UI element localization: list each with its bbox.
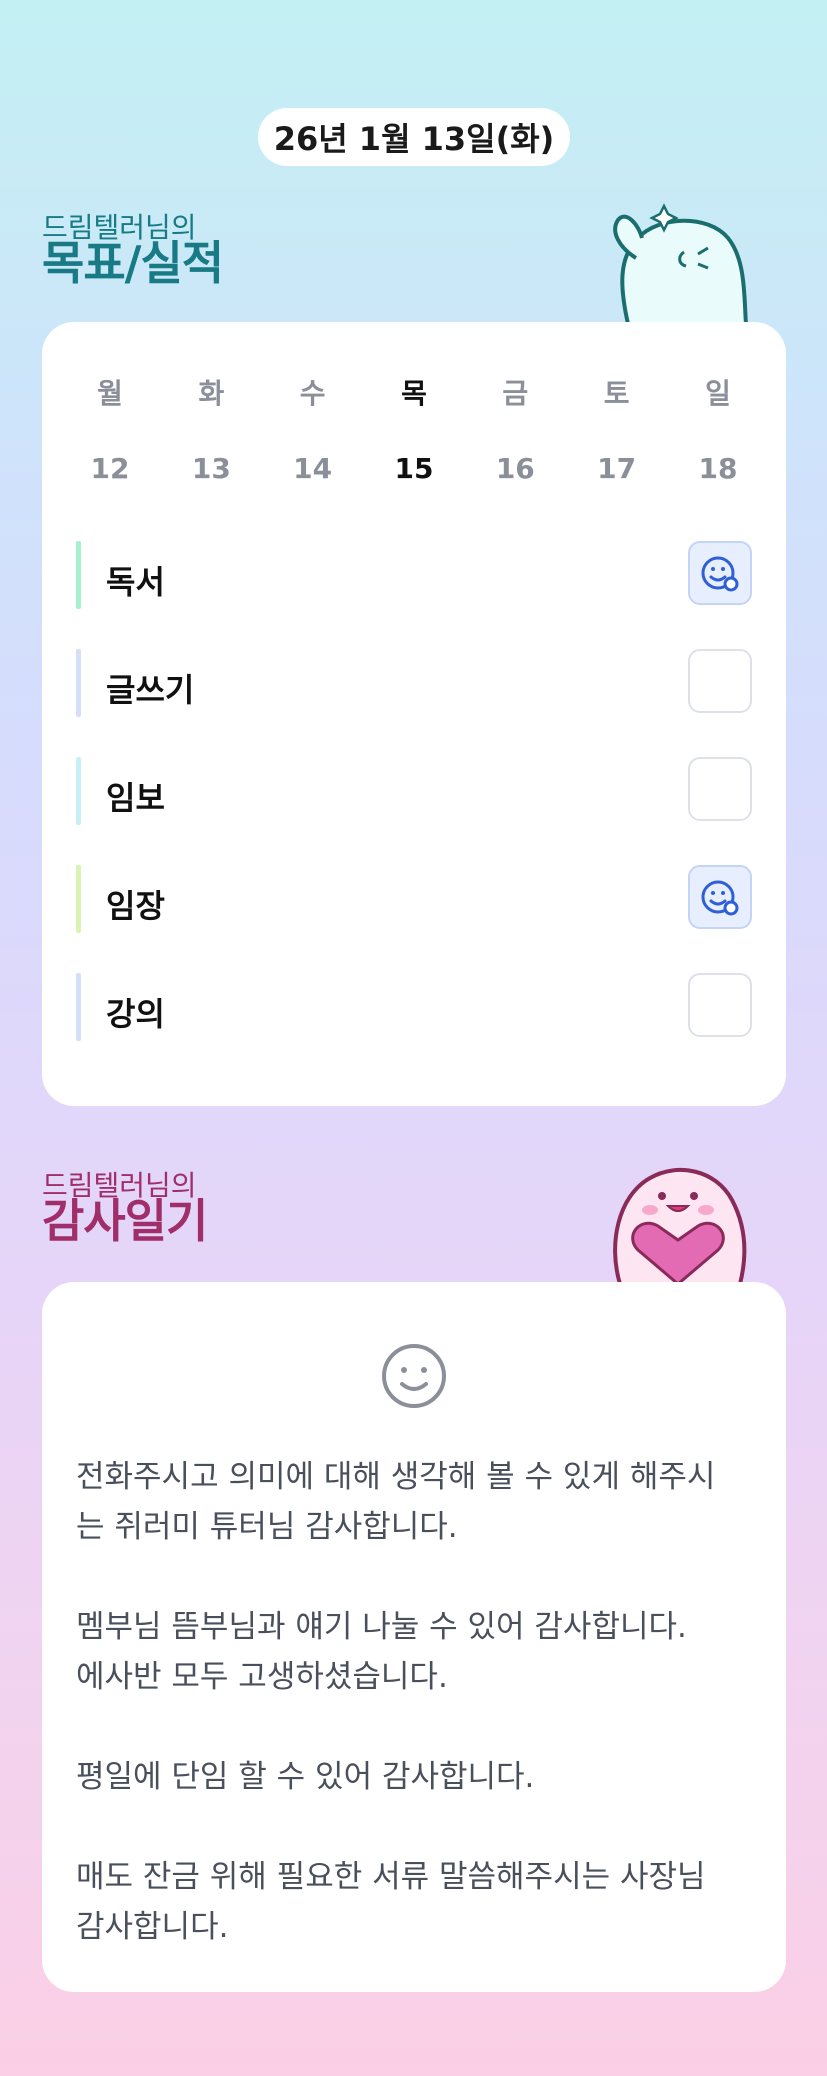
week-selector: 월 화 수 목 금 토 일 12 13 14 15 16 17 18 (42, 372, 786, 485)
date-17[interactable]: 17 (587, 452, 647, 485)
gratitude-card: 전화주시고 의미에 대해 생각해 볼 수 있게 해주시 는 쥐러미 튜터님 감사… (42, 1282, 786, 1992)
goal-label: 글쓰기 (106, 671, 195, 709)
pink-mascot-heart-illustration (613, 1167, 747, 1284)
date-display[interactable]: 26년 1월 13일(화) (258, 108, 570, 166)
goal-label: 독서 (106, 563, 165, 601)
goal-color-bar (76, 649, 81, 717)
gratitude-title: 감사일기 (42, 1194, 208, 1248)
date-12[interactable]: 12 (80, 452, 140, 485)
goal-color-bar (76, 541, 81, 609)
date-13[interactable]: 13 (181, 452, 241, 485)
weekday-tue[interactable]: 화 (181, 372, 241, 412)
goal-checkbox[interactable] (688, 865, 752, 929)
date-16[interactable]: 16 (485, 452, 545, 485)
goals-card: 월 화 수 목 금 토 일 12 13 14 15 16 17 18 독서 글쓰… (42, 322, 786, 1106)
goal-checkbox[interactable] (688, 973, 752, 1037)
goal-color-bar (76, 973, 81, 1041)
goal-item: 강의 (76, 973, 752, 1041)
weekday-wed[interactable]: 수 (283, 372, 343, 412)
weekday-sun[interactable]: 일 (688, 372, 748, 412)
goal-checkbox[interactable] (688, 541, 752, 605)
goal-label: 강의 (106, 995, 165, 1033)
goal-label: 임장 (106, 887, 165, 925)
goal-item: 임장 (76, 865, 752, 933)
weekday-mon[interactable]: 월 (80, 372, 140, 412)
date-15[interactable]: 15 (384, 452, 444, 485)
weekday-row: 월 화 수 목 금 토 일 (42, 372, 786, 412)
date-14[interactable]: 14 (283, 452, 343, 485)
weekday-thu[interactable]: 목 (384, 372, 444, 412)
weekday-fri[interactable]: 금 (485, 372, 545, 412)
gratitude-text[interactable]: 전화주시고 의미에 대해 생각해 볼 수 있게 해주시 는 쥐러미 튜터님 감사… (76, 1452, 756, 1952)
smile-icon[interactable] (380, 1342, 448, 1410)
smile-check-icon (701, 556, 739, 592)
goals-title: 목표/실적 (42, 236, 224, 290)
goal-color-bar (76, 865, 81, 933)
goal-checkbox[interactable] (688, 757, 752, 821)
date-18[interactable]: 18 (688, 452, 748, 485)
goal-checkbox[interactable] (688, 649, 752, 713)
ghost-mascot-illustration (613, 203, 749, 324)
date-row: 12 13 14 15 16 17 18 (42, 452, 786, 485)
smile-check-icon (701, 880, 739, 916)
goal-color-bar (76, 757, 81, 825)
goal-item: 글쓰기 (76, 649, 752, 717)
weekday-sat[interactable]: 토 (587, 372, 647, 412)
goal-label: 임보 (106, 779, 165, 817)
goal-item: 독서 (76, 541, 752, 609)
goal-item: 임보 (76, 757, 752, 825)
